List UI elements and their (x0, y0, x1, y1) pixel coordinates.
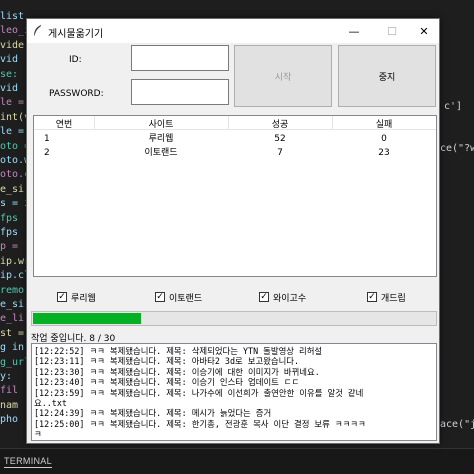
background-code-line: le = (0, 126, 25, 138)
start-button[interactable]: 시작 (234, 45, 332, 107)
background-code-fragment: ace("j (440, 419, 474, 430)
background-code-line: g in (0, 342, 25, 354)
id-label: ID: (69, 55, 82, 65)
checkbox-label: 이토랜드 (169, 293, 203, 304)
terminal-tab[interactable]: TERMINAL (4, 456, 52, 468)
background-code-line: se: (0, 68, 19, 80)
background-code-line: st = (0, 327, 25, 339)
background-code-line: vide (0, 39, 25, 51)
progress-fill (33, 313, 141, 324)
table-row[interactable]: 2 이토랜드 7 23 (34, 147, 436, 160)
log-line: [12:24:39] ㅋㅋ 복제됐습니다. 제목: 메시가 늙었다는 증거 (34, 408, 272, 419)
log-line: [12:23:11] ㅋㅋ 복제됐습니다. 제목: 아바타2 3d로 보고왔습니… (34, 356, 300, 367)
background-code-line: pho (0, 414, 19, 426)
cell-fail: 0 (381, 134, 387, 144)
checkbox-etoland[interactable]: ✓ 이토랜드 (155, 291, 203, 304)
background-code-line: remo (0, 284, 25, 296)
background-code-line: e_si (0, 183, 25, 195)
checkbox-box[interactable]: ✓ (367, 292, 377, 302)
checkbox-ruliweb[interactable]: ✓ 루리웹 (57, 291, 96, 304)
log-line: [12:23:30] ㅋㅋ 복제됐습니다. 제목: 이승기에 대한 이미지가 바… (34, 366, 320, 377)
log-textbox[interactable]: [12:22:52] ㅋㅋ 복제됐습니다. 제목: 삭제되었다는 YTN 돌발영… (31, 343, 437, 441)
log-line: [12:23:59] ㅋㅋ 복제됐습니다. 제목: 나가수에 이선희가 출연안한… (34, 387, 364, 398)
table-row[interactable]: 1 루리웹 52 0 (34, 133, 436, 146)
log-line: [12:23:40] ㅋㅋ 복제됐습니다. 제목: 이승기 인스타 업데이트 ㄷ… (34, 377, 300, 388)
window-title: 게시물옮기기 (48, 29, 104, 40)
table-header: 연번 사이트 성공 실패 (34, 116, 436, 130)
checkbox-dogdrip[interactable]: ✓ 개드립 (367, 291, 406, 304)
checkbox-box[interactable]: ✓ (155, 292, 165, 302)
cell-fail: 23 (378, 148, 390, 158)
background-code-line: list (0, 11, 25, 22)
cell-site: 이토랜드 (144, 148, 178, 158)
log-line: ㅋ (34, 429, 42, 440)
background-code-line: nam (0, 399, 19, 411)
cell-no: 2 (44, 148, 50, 158)
log-line: [12:25:00] ㅋㅋ 복제됐습니다. 제목: 한기총, 전광훈 목사 이단… (34, 418, 366, 429)
id-input[interactable] (131, 45, 229, 71)
close-button[interactable]: ✕ (407, 19, 441, 43)
password-label: PASSWORD: (49, 89, 104, 99)
log-line: [12:22:52] ㅋㅋ 복제됐습니다. 제목: 삭제되었다는 YTN 돌발영… (34, 346, 323, 356)
background-code-line: le = (0, 97, 25, 109)
feather-icon (33, 25, 41, 37)
terminal-panel: TERMINAL (0, 448, 474, 474)
background-code-line: fps (0, 227, 19, 238)
background-code-line: e_si (0, 299, 25, 310)
password-input[interactable] (131, 79, 229, 105)
background-code-line: e_li (0, 313, 25, 325)
background-code-line: y: (0, 371, 13, 382)
cell-success: 7 (277, 148, 283, 158)
background-code-line: vid (0, 83, 19, 94)
background-code-fragment: c'] (444, 101, 463, 112)
background-code-line: p = (0, 241, 19, 253)
results-table: 연번 사이트 성공 실패 1 루리웹 52 0 2 이토랜드 7 23 (33, 115, 437, 277)
checkbox-label: 개드립 (381, 293, 406, 304)
minimize-button[interactable]: — (337, 19, 371, 43)
cell-no: 1 (44, 134, 50, 144)
checkbox-box[interactable]: ✓ (57, 292, 67, 302)
column-header-site[interactable]: 사이트 (94, 117, 228, 130)
background-code-line: fil (0, 385, 19, 397)
log-line: 요..txt (34, 398, 67, 408)
checkbox-ygosu[interactable]: ✓ 와이고수 (259, 291, 307, 304)
checkbox-label: 와이고수 (273, 293, 307, 304)
background-code-line: vid (0, 54, 19, 66)
background-code-line: fps (0, 212, 19, 224)
maximize-button[interactable]: ☐ (375, 19, 409, 43)
cell-site: 루리웹 (148, 134, 174, 144)
checkbox-box[interactable]: ✓ (259, 292, 269, 302)
progress-bar (31, 311, 437, 326)
stop-button[interactable]: 중지 (338, 45, 436, 107)
column-header-fail[interactable]: 실패 (332, 117, 436, 130)
background-code-fragment: ce("?we (440, 143, 474, 154)
checkbox-label: 루리웹 (71, 293, 96, 304)
title-bar[interactable]: 게시물옮기기 — ☐ ✕ (27, 19, 439, 43)
column-header-no[interactable]: 연번 (34, 117, 94, 130)
column-header-success[interactable]: 성공 (228, 117, 332, 130)
app-window: 게시물옮기기 — ☐ ✕ ID: PASSWORD: 시작 중지 연번 사이트 … (26, 18, 440, 444)
cell-success: 52 (274, 134, 286, 144)
